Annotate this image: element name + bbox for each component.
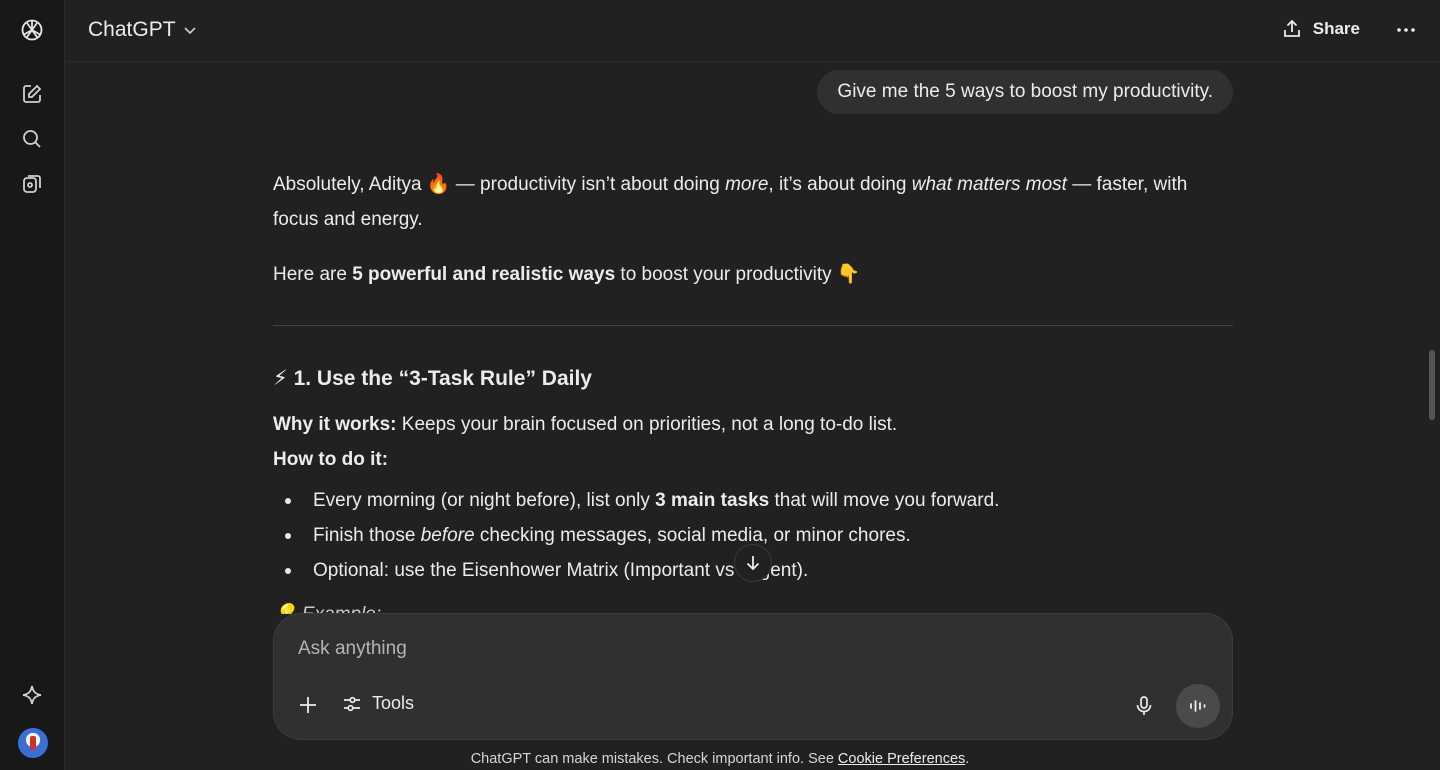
chatgpt-logo-icon[interactable] [18,16,46,44]
bullet-bold: 3 main tasks [655,490,770,511]
footer-end: . [965,751,970,767]
share-label: Share [1312,19,1360,38]
assistant-here-are: Here are 5 powerful and realistic ways t… [273,257,1233,292]
top-bar: ChatGPT Share [66,0,1440,62]
microphone-icon [1136,696,1152,715]
list-item: Every morning (or night before), list on… [273,483,1173,518]
intro-text: , it’s about doing [768,174,912,195]
here-are-bold: 5 powerful and realistic ways [352,264,616,285]
tools-button[interactable]: Tools [342,693,414,714]
scroll-to-bottom-button[interactable] [734,544,772,582]
why-text: Keeps your brain focused on priorities, … [396,414,898,435]
chevron-down-icon [183,27,196,35]
intro-emphasis: more [725,174,769,195]
sidebar-rail [0,0,65,770]
intro-text: Absolutely, Aditya 🔥 — productivity isn’… [273,174,726,195]
section-heading: ⚡ 1. Use the “3-Task Rule” Daily [273,367,592,390]
share-icon [1283,19,1300,37]
tools-label: Tools [372,693,415,713]
why-label: Why it works: [273,414,397,435]
footer-text: ChatGPT can make mistakes. Check importa… [470,751,838,767]
arrow-down-icon [746,556,760,571]
add-attachment-button[interactable] [296,693,320,717]
new-chat-icon[interactable] [18,80,46,108]
more-options-icon[interactable] [1394,16,1418,44]
list-item: Optional: use the Eisenhower Matrix (Imp… [273,553,1173,588]
assistant-intro: Absolutely, Aditya 🔥 — productivity isn’… [273,167,1233,237]
here-are-text: Here are [273,264,353,285]
upgrade-sparkle-icon[interactable] [18,681,46,709]
share-button[interactable]: Share [1281,18,1360,40]
voice-mode-button[interactable] [1176,684,1220,728]
microphone-button[interactable] [1132,694,1156,718]
prompt-input[interactable] [298,634,1098,664]
bullet-list: Every morning (or night before), list on… [273,483,1173,588]
list-item: Finish those before checking messages, s… [273,518,1173,553]
bullet-text: Every morning (or night before), list on… [313,490,656,511]
how-to-label: How to do it: [273,449,389,470]
bullet-text: Finish those [313,525,421,546]
library-icon[interactable] [18,170,46,198]
intro-emphasis: what matters most [911,174,1067,195]
composer: Tools [273,613,1233,740]
divider [273,325,1233,326]
voice-waveform-icon [1190,700,1206,712]
cookie-preferences-link[interactable]: Cookie Preferences [838,751,965,767]
model-name: ChatGPT [88,18,176,41]
user-message: Give me the 5 ways to boost my productiv… [817,70,1233,114]
model-selector[interactable]: ChatGPT [88,18,198,42]
scrollbar-thumb[interactable] [1429,350,1435,420]
plus-icon [300,697,316,713]
bullet-emphasis: before [420,525,475,546]
why-it-works: Why it works: Keeps your brain focused o… [273,410,1233,440]
disclaimer-footer: ChatGPT can make mistakes. Check importa… [0,751,1440,767]
bullet-text: checking messages, social media, or mino… [474,525,911,546]
here-are-text: to boost your productivity 👇 [615,264,861,285]
bullet-text: that will move you forward. [769,490,1000,511]
search-icon[interactable] [18,125,46,153]
tools-sliders-icon [344,696,360,711]
